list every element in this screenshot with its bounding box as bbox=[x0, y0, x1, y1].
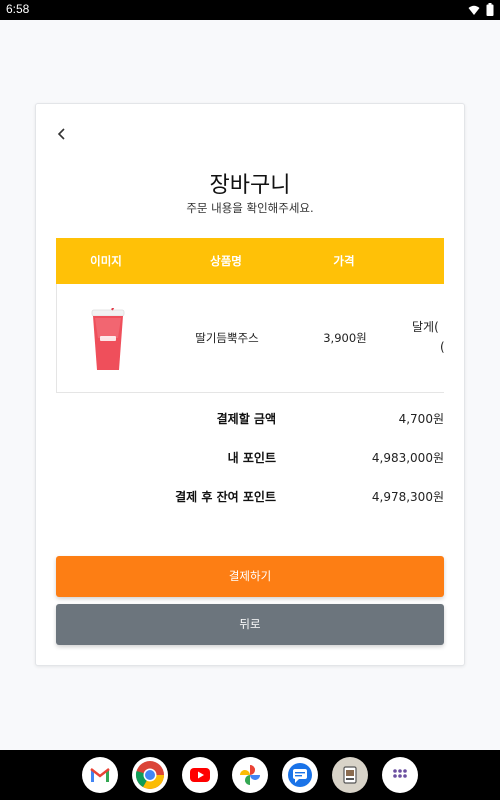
product-price: 3,900원 bbox=[323, 331, 367, 345]
app-drawer[interactable] bbox=[382, 757, 418, 793]
page-title: 장바구니 bbox=[209, 173, 291, 198]
column-header-image: 이미지 bbox=[90, 254, 122, 268]
photos-app[interactable] bbox=[232, 757, 268, 793]
youtube-icon bbox=[190, 768, 210, 782]
remaining-label: 결제 후 잔여 포인트 bbox=[175, 490, 276, 504]
wifi-icon bbox=[468, 5, 480, 15]
table-header: 이미지 상품명 가격 bbox=[56, 238, 444, 284]
summary-row-points: 내 포인트 4,983,000원 bbox=[56, 449, 444, 469]
youtube-app[interactable] bbox=[182, 757, 218, 793]
summary-row-total: 결제할 금액 4,700원 bbox=[56, 410, 444, 430]
back-chevron-button[interactable] bbox=[52, 124, 72, 144]
battery-icon bbox=[486, 3, 494, 16]
status-icons bbox=[468, 3, 494, 16]
pay-button[interactable]: 결제하기 bbox=[56, 556, 444, 597]
points-value: 4,983,000원 bbox=[371, 451, 444, 465]
chevron-left-icon bbox=[57, 128, 65, 140]
total-value: 4,700원 bbox=[398, 412, 444, 426]
app-dock bbox=[0, 750, 500, 800]
app-icon bbox=[343, 766, 357, 784]
product-option: 달게( bbox=[412, 320, 439, 334]
cart-table: 이미지 상품명 가격 딸기듬뿍주스 3,900원 달게( ( bbox=[56, 238, 444, 393]
messages-app[interactable] bbox=[282, 757, 318, 793]
product-name: 딸기듬뿍주스 bbox=[195, 331, 259, 345]
total-label: 결제할 금액 bbox=[216, 412, 276, 426]
product-option-cont: ( bbox=[440, 340, 444, 354]
back-button[interactable]: 뒤로 bbox=[56, 604, 444, 645]
gmail-icon bbox=[90, 768, 110, 782]
status-time: 6:58 bbox=[6, 2, 30, 16]
messages-icon bbox=[288, 763, 312, 787]
photos-icon bbox=[240, 765, 260, 785]
status-bar: 6:58 bbox=[0, 0, 500, 20]
remaining-value: 4,978,300원 bbox=[371, 490, 444, 504]
misc-app[interactable] bbox=[332, 757, 368, 793]
strawberry-juice-image bbox=[91, 308, 125, 370]
app-drawer-icon bbox=[393, 769, 407, 778]
page-subtitle: 주문 내용을 확인해주세요. bbox=[186, 201, 314, 215]
cart-card: 장바구니 주문 내용을 확인해주세요. 이미지 상품명 가격 딸기듬뿍주스 3,… bbox=[35, 103, 465, 666]
column-header-price: 가격 bbox=[333, 254, 355, 268]
summary-row-remaining: 결제 후 잔여 포인트 4,978,300원 bbox=[56, 488, 444, 508]
chrome-app[interactable] bbox=[132, 757, 168, 793]
gmail-app[interactable] bbox=[82, 757, 118, 793]
points-label: 내 포인트 bbox=[227, 451, 276, 465]
column-header-name: 상품명 bbox=[210, 254, 242, 268]
table-row: 딸기듬뿍주스 3,900원 달게( ( bbox=[56, 284, 444, 393]
chrome-icon bbox=[135, 761, 164, 789]
